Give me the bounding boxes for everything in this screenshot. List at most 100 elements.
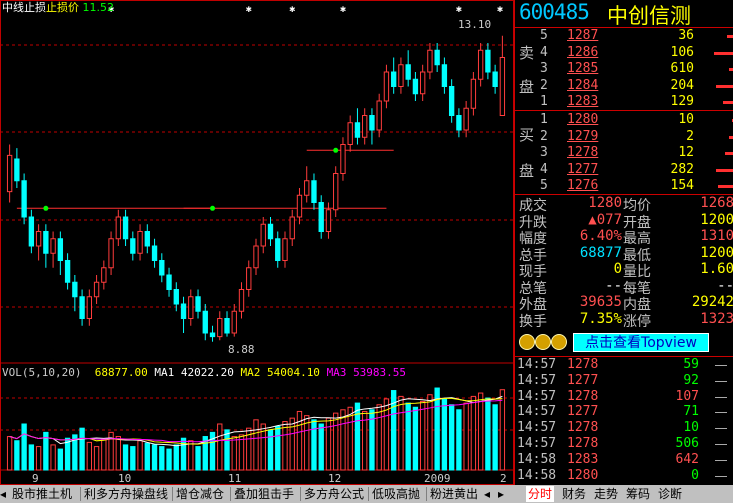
candle-body <box>253 245 259 269</box>
tab-formula-1[interactable]: 股市推土机 <box>12 486 72 502</box>
buy-row[interactable]: 3 1278 12 <box>515 145 733 161</box>
tick-time: 14:58 <box>517 467 557 483</box>
tick-row: 14:57 1278 10 <box>515 420 733 436</box>
volume-bar <box>427 394 433 471</box>
buy-price[interactable]: 1278 <box>567 145 598 160</box>
tick-marker <box>715 459 727 461</box>
buy-price[interactable]: 1276 <box>567 178 598 193</box>
tab-finance[interactable]: 财务 <box>562 486 586 502</box>
tab-formula-7[interactable]: 粉进黄出 <box>430 486 478 502</box>
candle-body <box>275 238 281 261</box>
circle-button-2[interactable] <box>535 334 551 350</box>
sell-level: 1 <box>540 94 548 109</box>
sell-price[interactable]: 1283 <box>567 94 598 109</box>
candle-body <box>448 86 455 116</box>
candle-body <box>79 296 85 319</box>
tick-time: 14:57 <box>517 372 557 388</box>
stock-name: 中创信测 <box>607 4 691 28</box>
sell-price[interactable]: 1286 <box>567 45 598 60</box>
circle-button-3[interactable] <box>551 334 567 350</box>
tab-next-icon[interactable]: ▸ <box>498 486 510 502</box>
stat-value: 68877 <box>579 244 622 261</box>
tab-scroll-left-icon[interactable]: ◂ <box>0 486 10 502</box>
candle-body <box>492 71 498 87</box>
tab-diagnosis[interactable]: 诊断 <box>658 486 682 502</box>
x-label-4: 2009 <box>424 472 451 485</box>
volume-bar <box>492 404 498 471</box>
sell-row[interactable]: 4 1286 106 <box>515 45 733 61</box>
stat-row: 换手 7.35% 涨停 1323 <box>515 310 733 330</box>
buy-price[interactable]: 1280 <box>567 112 598 127</box>
tick-price: 1278 <box>567 420 599 436</box>
buy-level: 4 <box>540 161 548 177</box>
ma1-value: 42022.20 <box>180 366 234 379</box>
kline-chart-area[interactable]: ✱ ✱ ✱ ✱ ✱ ✱ 中线止损止损价 11.52 13.10 8.88 VOL(5,10… <box>0 0 514 485</box>
sell-row[interactable]: 3 1285 610 <box>515 61 733 77</box>
candle-body <box>159 260 165 276</box>
tab-chips[interactable]: 筹码 <box>626 486 650 502</box>
candle-body <box>86 296 93 319</box>
sell-row[interactable]: 1 1283 129 <box>515 94 733 110</box>
volume-bar <box>253 419 259 471</box>
buy-row[interactable]: 4 1277 282 <box>515 162 733 178</box>
tick-time: 14:57 <box>517 436 557 451</box>
candle-body <box>231 310 237 334</box>
tab-separator <box>230 487 231 501</box>
buy-volume-bar <box>718 185 733 188</box>
volume-bar <box>224 429 230 471</box>
volume-bar <box>485 397 491 471</box>
volume-bar <box>166 448 172 471</box>
candle-body <box>405 64 411 80</box>
buy-row[interactable]: 1 1280 10 <box>515 112 733 128</box>
indicator-name: 中线止损 <box>2 1 46 14</box>
volume-bar <box>325 417 332 471</box>
stat-value: 1200 <box>700 244 733 261</box>
stat-value: 7.35% <box>579 310 622 327</box>
buy-volume: 12 <box>678 145 694 160</box>
tab-formula-6[interactable]: 低吸高抛 <box>372 486 420 502</box>
tick-row: 14:57 1278 59 <box>515 357 733 373</box>
tick-marker <box>715 475 727 477</box>
tick-time: 14:57 <box>517 357 557 372</box>
indicator-legend: 中线止损止损价 11.52 <box>2 0 114 15</box>
stat-value: 1280 <box>588 195 622 211</box>
volume-bar <box>195 446 201 471</box>
sell-price[interactable]: 1285 <box>567 61 598 76</box>
x-label-2: 11 <box>228 472 242 485</box>
circle-button-1[interactable] <box>519 334 535 350</box>
buy-price[interactable]: 1277 <box>567 162 598 177</box>
buy-row[interactable]: 5 1276 154 <box>515 178 733 194</box>
volume-bar <box>282 420 288 471</box>
buy-price[interactable]: 1279 <box>567 129 598 144</box>
volume-bar <box>376 404 382 471</box>
buy-level: 1 <box>540 112 548 127</box>
topview-button[interactable]: 点击查看Topview <box>573 333 709 352</box>
ma1-label: MA1 <box>154 366 175 379</box>
sell-price[interactable]: 1287 <box>567 28 598 43</box>
sell-volume-bar <box>716 84 733 88</box>
sell-row[interactable]: 5 1287 36 <box>515 28 733 44</box>
sell-row[interactable]: 2 1284 204 <box>515 78 733 94</box>
tick-time: 14:57 <box>517 420 557 436</box>
tab-formula-4[interactable]: 叠加狙击手 <box>234 486 294 502</box>
kline-chart-svg[interactable]: ✱ ✱ ✱ ✱ ✱ ✱ <box>0 0 514 485</box>
tab-formula-2[interactable]: 利多方舟操盘线 <box>84 486 168 502</box>
tab-trend[interactable]: 走势 <box>594 486 618 502</box>
tick-price: 1278 <box>567 436 599 451</box>
tick-time: 14:57 <box>517 404 557 420</box>
tick-volume: 71 <box>683 404 699 420</box>
tab-timeshare[interactable]: 分时 <box>526 486 555 502</box>
volume-bar <box>463 402 469 471</box>
tab-prev-icon[interactable]: ◂ <box>484 486 496 502</box>
buy-row[interactable]: 2 1279 2 <box>515 129 733 145</box>
stat-value: -- <box>717 277 733 294</box>
volume-bar <box>333 412 339 471</box>
tab-formula-3[interactable]: 增仓减仓 <box>176 486 224 502</box>
volume-bar <box>419 400 426 471</box>
volume-bar <box>93 446 100 471</box>
stat-value: 6.40% <box>579 228 622 244</box>
volume-bar <box>6 436 13 471</box>
candle-body <box>391 71 397 87</box>
tab-formula-5[interactable]: 多方舟公式 <box>304 486 364 502</box>
sell-price[interactable]: 1284 <box>567 78 598 93</box>
